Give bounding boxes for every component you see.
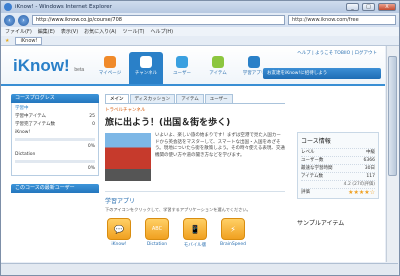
dictation-app-icon: ABC xyxy=(145,218,169,240)
favorites-star-icon[interactable]: ★ xyxy=(5,38,9,44)
site-logo[interactable]: iKnow! beta xyxy=(13,56,84,76)
course-tabs: メイン ディスカッション アイテム ユーザー xyxy=(105,94,285,104)
study-time-label: 最速な学習時間 xyxy=(301,166,333,171)
channel-link[interactable]: トラベルチャンネル xyxy=(105,107,285,113)
vertical-scrollbar[interactable] xyxy=(386,46,398,262)
rating-score: 4.2 (27の評価) xyxy=(343,182,375,187)
course-title: 旅に出よう！(出国＆街を歩く) xyxy=(105,118,231,128)
minimize-button[interactable]: _ xyxy=(346,3,359,11)
sample-items-title: サンプルアイテム xyxy=(297,220,345,227)
course-info-panel: コース情報 レベル 中級 ユーザー数 6366 最速な学習時間 30日 アイテム数 11… xyxy=(297,132,379,199)
tab-main[interactable]: メイン xyxy=(105,94,129,103)
tab-discussion[interactable]: ディスカッション xyxy=(129,94,176,103)
left-sidebar: コースプログレス 学習中 学習中アイテム 25 学習完了アイテム数 0 iKnow!… xyxy=(11,94,99,193)
course-image xyxy=(105,133,151,181)
nav-users[interactable]: ユーザー xyxy=(165,52,199,84)
invite-banner[interactable]: お友達をiKnow!に招待しよう xyxy=(263,68,381,79)
maximize-button[interactable]: □ xyxy=(362,3,375,11)
forward-icon[interactable]: › xyxy=(18,14,29,26)
course-description: いよいよ、楽しい旅の始まりです！まずは空港で見た入国カードから英会話をマスターし… xyxy=(155,133,285,158)
back-icon[interactable]: ‹ xyxy=(4,14,15,26)
apps-icon xyxy=(248,56,260,68)
course-intro: いよいよ、楽しい旅の始まりです！まずは空港で見た入国カードから英会話をマスターし… xyxy=(105,133,285,181)
users-label: ユーザー数 xyxy=(301,158,324,163)
search-input[interactable]: http://www.iknow.com/free xyxy=(288,15,396,25)
app-section-desc: 下のアイコンをクリックして、学習するアプリケーションを選んでください。 xyxy=(105,207,251,212)
rating-label: 評価 xyxy=(301,190,310,195)
global-nav: マイページ チャンネル ユーザー アイテム 学習アプリ xyxy=(93,52,271,84)
progress-header: コースプログレス xyxy=(11,94,99,103)
app-section-title: 学習アプリ xyxy=(105,198,136,205)
items-icon xyxy=(212,56,224,68)
title-bar: iKnow! - Windows Internet Explorer _ □ X xyxy=(1,1,399,13)
tab-iknow[interactable]: iKnow! xyxy=(15,36,43,45)
course-info-title: コース情報 xyxy=(301,138,331,145)
iknow-progress-pct: 0% xyxy=(87,144,95,149)
main-column: メイン ディスカッション アイテム ユーザー トラベルチャンネル 旅に出よう！(… xyxy=(105,94,285,248)
dictation-progress-bar xyxy=(15,160,95,163)
address-bar: ‹ › http://www.iknow.co.jp/course/708 ht… xyxy=(1,13,399,27)
ie-icon xyxy=(4,3,12,11)
study-time-value: 30日 xyxy=(364,166,375,171)
page-content: iKnow! beta マイページ チャンネル ユーザー アイテム 学習アプリ … xyxy=(1,46,385,262)
menu-favorites[interactable]: お気に入り(A) xyxy=(84,28,116,35)
item-count-value: 117 xyxy=(366,174,375,179)
nav-items[interactable]: アイテム xyxy=(201,52,235,84)
app-list: 💬 iKnow! ABC Dictation 📱 モバイル版 ⚡ BrainSpeed xyxy=(105,218,285,248)
close-button[interactable]: X xyxy=(378,3,396,11)
iknow-progress-label: iKnow! xyxy=(15,130,31,135)
level-value: 中級 xyxy=(366,150,375,155)
menu-edit[interactable]: 編集(E) xyxy=(38,28,55,35)
brainspeed-app-icon: ⚡ xyxy=(221,218,245,240)
iknow-progress-bar xyxy=(15,138,95,141)
tab-users[interactable]: ユーザー xyxy=(204,94,233,103)
menu-tools[interactable]: ツール(T) xyxy=(123,28,145,35)
app-mobile[interactable]: 📱 モバイル版 xyxy=(181,218,209,248)
recent-users-header: このコースの最新ユーザー xyxy=(11,184,99,193)
site-header: iKnow! beta マイページ チャンネル ユーザー アイテム 学習アプリ … xyxy=(1,46,385,86)
mobile-app-icon: 📱 xyxy=(183,218,207,240)
url-input[interactable]: http://www.iknow.co.jp/course/708 xyxy=(32,15,285,25)
dictation-progress-pct: 0% xyxy=(87,166,95,171)
nav-mypage[interactable]: マイページ xyxy=(93,52,127,84)
window-title: iKnow! - Windows Internet Explorer xyxy=(15,4,112,10)
menu-bar: ファイル(F) 編集(E) 表示(V) お気に入り(A) ツール(T) ヘルプ(… xyxy=(1,27,399,36)
dictation-progress-label: Dictation xyxy=(15,152,36,157)
users-value: 6366 xyxy=(363,158,375,163)
iknow-app-icon: 💬 xyxy=(107,218,131,240)
user-links[interactable]: ヘルプ | ようこそ TOBIIO | ログアウト xyxy=(297,50,377,56)
level-label: レベル xyxy=(301,150,315,155)
menu-file[interactable]: ファイル(F) xyxy=(5,28,32,35)
completed-items-value: 0 xyxy=(92,122,95,127)
app-section: 学習アプリ 下のアイコンをクリックして、学習するアプリケーションを選んでください… xyxy=(105,191,285,248)
status-bar xyxy=(1,263,398,275)
app-dictation[interactable]: ABC Dictation xyxy=(143,218,171,248)
tab-items[interactable]: アイテム xyxy=(176,94,204,103)
app-iknow[interactable]: 💬 iKnow! xyxy=(105,218,133,248)
learning-items-value: 25 xyxy=(89,114,95,119)
menu-help[interactable]: ヘルプ(H) xyxy=(150,28,173,35)
completed-items-label: 学習完了アイテム数 xyxy=(15,122,56,127)
item-count-label: アイテム数 xyxy=(301,174,324,179)
nav-channel[interactable]: チャンネル xyxy=(129,52,163,84)
app-brainspeed[interactable]: ⚡ BrainSpeed xyxy=(219,218,247,248)
tab-bar: ★ iKnow! xyxy=(1,36,399,46)
progress-list: 学習中 学習中アイテム 25 学習完了アイテム数 0 iKnow! 0% Dicta… xyxy=(11,103,99,176)
learning-items-label: 学習中アイテム xyxy=(15,114,47,119)
scrollbar-thumb[interactable] xyxy=(388,56,397,176)
channel-icon xyxy=(140,56,152,68)
rating-stars-icon: ★★★★☆ xyxy=(348,189,375,196)
mypage-icon xyxy=(104,56,116,68)
progress-status[interactable]: 学習中 xyxy=(15,105,29,113)
users-icon xyxy=(176,56,188,68)
menu-view[interactable]: 表示(V) xyxy=(61,28,78,35)
